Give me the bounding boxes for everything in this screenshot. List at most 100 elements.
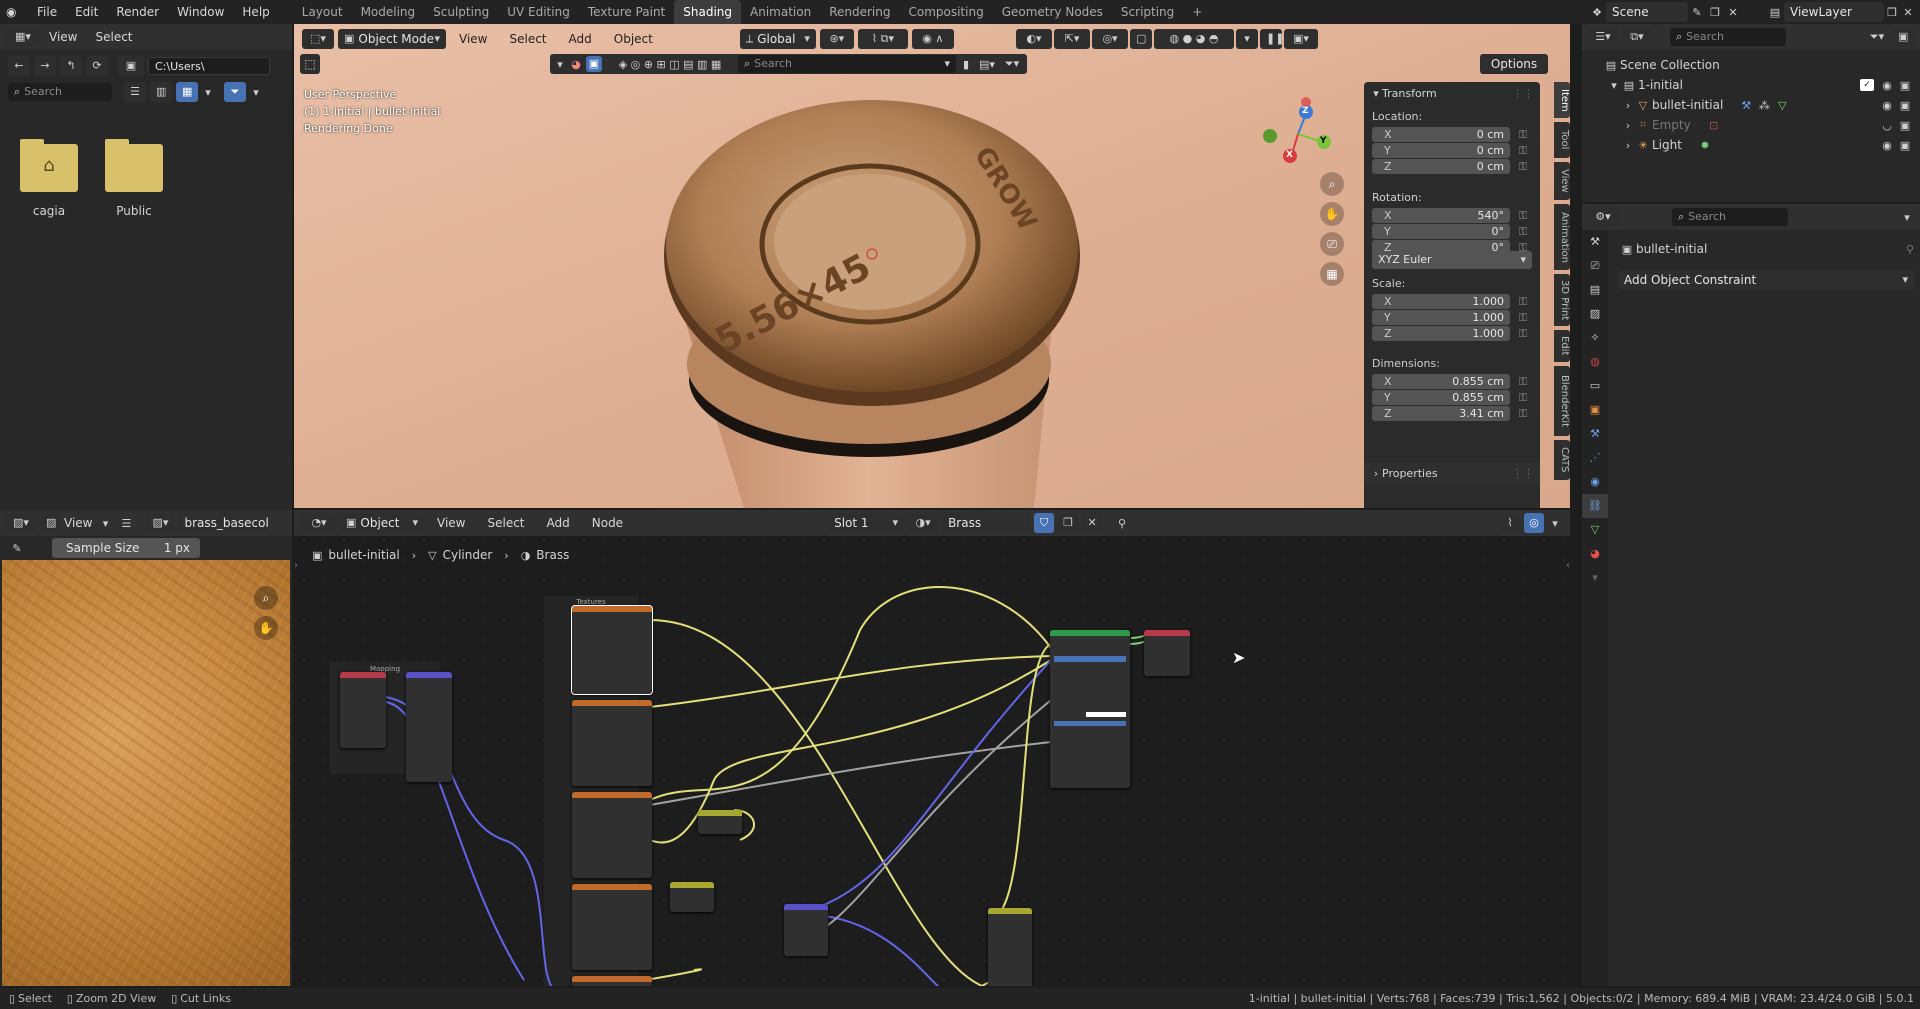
view-mode-icon[interactable]: ▨	[40, 513, 58, 533]
tree-scene-collection[interactable]: ▤ Scene Collection	[1582, 56, 1854, 74]
fb-menu-select[interactable]: Select	[86, 25, 141, 49]
new-scene-icon[interactable]: ❐	[1706, 6, 1724, 19]
select-tool-icon[interactable]: ⬚	[300, 54, 320, 74]
gizmo-icon[interactable]: ⇱▾	[1054, 29, 1090, 49]
pivot-icon[interactable]: ⊛▾	[819, 29, 854, 49]
sidebar-tab-blenderkit[interactable]: BlenderKit	[1554, 366, 1570, 436]
chevron-down-icon[interactable]: ▾	[554, 58, 566, 71]
node-principled-bsdf[interactable]	[1050, 630, 1130, 788]
brass-texture-image[interactable]: ⌕ ✋	[2, 560, 290, 986]
sidebar-tab-edit[interactable]: Edit	[1554, 330, 1570, 362]
properties-type-icon[interactable]: ⚙▾	[1588, 207, 1618, 227]
delete-view-layer-icon[interactable]: ✕	[1900, 6, 1916, 19]
pan-hand-icon[interactable]: ✋	[1320, 202, 1344, 226]
lock-icon[interactable]: ⚿	[1514, 375, 1532, 389]
menu-render[interactable]: Render	[107, 0, 168, 24]
image-editor-type-icon[interactable]: ▨▾	[6, 513, 36, 533]
tab-layout[interactable]: Layout	[293, 0, 352, 24]
shading-dropdown-icon[interactable]: ▾	[1236, 29, 1258, 49]
ie-menu-view[interactable]: View	[62, 511, 94, 535]
pan-hand-icon[interactable]: ✋	[254, 616, 278, 640]
filter-dropdown-icon[interactable]: ▾	[250, 86, 262, 99]
rotation-x-field[interactable]: X 540°	[1372, 208, 1510, 223]
render-tab-icon[interactable]: ⎚	[1582, 254, 1608, 278]
lock-icon[interactable]: ⚿	[1514, 295, 1532, 309]
tab-modeling[interactable]: Modeling	[352, 0, 425, 24]
fb-menu-view[interactable]: View	[40, 25, 86, 49]
camera-icon[interactable]: ⎚	[1320, 232, 1344, 256]
lock-icon[interactable]: ⚿	[1514, 160, 1532, 174]
particles-tab-icon[interactable]: ⋰	[1582, 446, 1608, 470]
blender-logo-icon[interactable]: ◉	[0, 0, 28, 24]
lock-icon[interactable]: ⚿	[1514, 391, 1532, 405]
node-image-specular[interactable]	[572, 792, 652, 878]
tree-object-light[interactable]: › ☀ Light ✹ ◉ ▣	[1582, 136, 1920, 154]
camera-icon[interactable]: ▣	[1896, 119, 1914, 132]
vp-menu-view[interactable]: View	[450, 27, 496, 51]
material-icon[interactable]: ◕	[569, 58, 583, 71]
camera-icon[interactable]: ▣	[1896, 139, 1914, 152]
chevron-down-icon[interactable]: ▾	[98, 517, 112, 530]
tab-uv-editing[interactable]: UV Editing	[498, 0, 579, 24]
image-name-field[interactable]: brass_basecolor.j	[178, 513, 269, 533]
location-x-field[interactable]: X 0 cm	[1372, 127, 1510, 142]
eyedropper-icon[interactable]: ✎	[8, 542, 26, 555]
thumbnails-icon[interactable]: ▦	[176, 82, 198, 102]
camera-view-icon[interactable]: ▣▾	[1284, 29, 1318, 49]
xray-icon[interactable]: ▢	[1130, 29, 1152, 49]
vp-menu-add[interactable]: Add	[560, 27, 601, 51]
shader-node-editor[interactable]: ◔▾ ▣ Object ▾ View Select Add Node Slot 1 ▾…	[294, 510, 1570, 986]
menu-help[interactable]: Help	[233, 0, 278, 24]
filter-icon[interactable]: ⏷▾	[1001, 57, 1023, 71]
view-layer-tab-icon[interactable]: ▨	[1582, 302, 1608, 326]
eye-icon[interactable]: ◉	[1878, 99, 1896, 112]
select-box-icon[interactable]: ▣	[586, 56, 602, 72]
pause-render-icon[interactable]: ❚❚	[1260, 29, 1282, 49]
sidebar-tab-3d-print[interactable]: 3D Print	[1554, 274, 1570, 326]
delete-scene-icon[interactable]: ✕	[1724, 6, 1742, 19]
eye-closed-icon[interactable]: ◡	[1878, 119, 1896, 132]
rotation-y-field[interactable]: Y 0°	[1372, 224, 1510, 239]
zoom-icon[interactable]: ⌕	[1320, 172, 1344, 196]
eye-icon[interactable]: ◉	[1878, 79, 1896, 92]
tree-collection-1-initial[interactable]: ▾ ▤ 1-initial ✓ ◉ ▣	[1582, 76, 1920, 94]
lock-icon[interactable]: ⚿	[1514, 407, 1532, 421]
eye-icon[interactable]: ◉	[1878, 139, 1896, 152]
pin-icon[interactable]: ⚲	[1906, 243, 1914, 256]
constraints-tab-icon[interactable]: ⛓	[1582, 494, 1608, 518]
tab-animation[interactable]: Animation	[741, 0, 820, 24]
grid-icon[interactable]: ▦	[1320, 262, 1344, 286]
transform-header[interactable]: ▾ Transform ⋮⋮	[1364, 82, 1540, 104]
sidebar-tab-tool[interactable]: Tool	[1554, 122, 1570, 158]
location-z-field[interactable]: Z 0 cm	[1372, 159, 1510, 174]
location-y-field[interactable]: Y 0 cm	[1372, 143, 1510, 158]
scale-y-field[interactable]: Y 1.000	[1372, 310, 1510, 325]
viewport-editor-type-icon[interactable]: ⬚▾	[302, 29, 334, 49]
mesh-data-icon[interactable]: ▽	[1773, 99, 1791, 112]
add-workspace-button[interactable]: +	[1183, 0, 1211, 24]
drag-handle-icon[interactable]: ⋮⋮	[1512, 467, 1534, 480]
node-material-output[interactable]	[1144, 630, 1190, 676]
display-mode-icon[interactable]: ▤▾	[976, 58, 998, 71]
collapse-sidebar-icon[interactable]: ‹	[1566, 560, 1570, 571]
outliner-search-input[interactable]: ⌕ Search	[1670, 28, 1786, 46]
new-view-layer-icon[interactable]: ❐	[1884, 6, 1900, 19]
modifier-icon[interactable]: ⚒	[1737, 99, 1755, 112]
tab-scripting[interactable]: Scripting	[1112, 0, 1183, 24]
dimension-x-field[interactable]: X 0.855 cm	[1372, 374, 1510, 389]
light-data-icon[interactable]: ✹	[1696, 139, 1714, 152]
options-button[interactable]: Options	[1480, 54, 1548, 74]
file-item-cagia[interactable]: ⌂ cagia	[14, 139, 84, 218]
outliner-type-icon[interactable]: ☰▾	[1588, 27, 1618, 47]
fb-search-input[interactable]: ⌕ Search	[8, 83, 112, 101]
dimension-y-field[interactable]: Y 0.855 cm	[1372, 390, 1510, 405]
object-tab-icon[interactable]: ▣	[1582, 398, 1608, 422]
orientation-dropdown[interactable]: ⟂ Global ▾	[739, 29, 816, 49]
menu-window[interactable]: Window	[168, 0, 233, 24]
vp-menu-select[interactable]: Select	[500, 27, 555, 51]
world-tab-icon[interactable]: ◍	[1582, 350, 1608, 374]
display-dropdown-icon[interactable]: ▾	[202, 86, 214, 99]
lock-icon[interactable]: ⚿	[1514, 128, 1532, 142]
more-tabs-icon[interactable]: ▾	[1582, 566, 1608, 590]
parent-dir-icon[interactable]: ↰	[60, 56, 82, 76]
